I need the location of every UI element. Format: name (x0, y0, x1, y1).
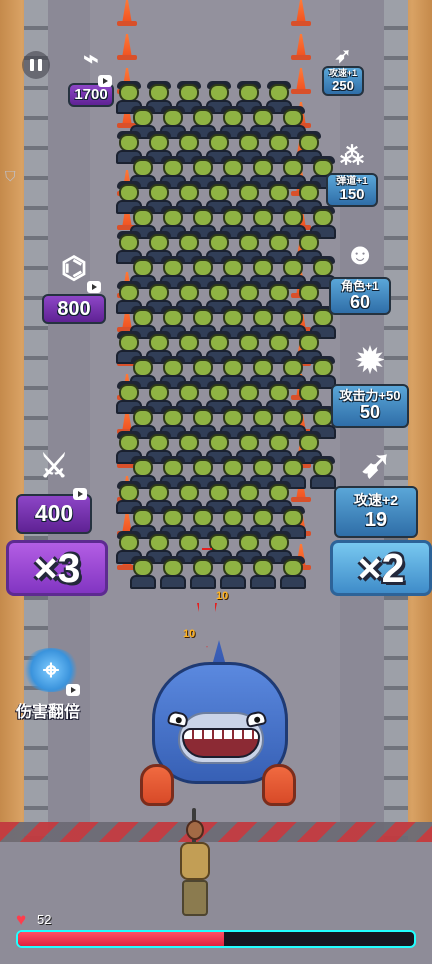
pause-icon-left-bar (30, 59, 34, 71)
right-reward-ballistic-1[interactable]: ⁂ 弹道+1 150 (326, 145, 378, 207)
weapon-rack-icon: ⌁ (83, 43, 99, 73)
explosive-bullet-icon: ✹ (355, 342, 385, 380)
heart-icon: ♥ (16, 910, 27, 929)
zombie-enemy (126, 556, 160, 589)
shark-mouth (182, 728, 260, 758)
right-reward-attack-speed-2-value: 19 (364, 508, 388, 531)
hit-number: 10 (183, 628, 196, 640)
shark-right-shoe (262, 764, 296, 806)
left-reward-800-badge: 800 (42, 294, 106, 324)
left-reward-800[interactable]: ⌬ 800 (42, 254, 106, 324)
right-reward-attack-speed-1-value: 250 (332, 77, 354, 93)
right-reward-attack-speed-1[interactable]: ➶ 攻速+1 250 (322, 46, 364, 96)
right-reward-attack-power-50-value: 50 (359, 402, 381, 423)
right-multiplier-label: ×2 (357, 544, 405, 591)
shark-boss (140, 640, 300, 810)
right-reward-attack-power-50-label: 攻击力+50 (339, 387, 401, 403)
right-reward-character-1-badge: 角色+1 60 (329, 277, 391, 315)
player-character[interactable] (172, 808, 218, 922)
damage-double-label: 伤害翻倍 (15, 704, 80, 721)
video-ad-icon (66, 684, 80, 696)
health-value: 52 (37, 912, 52, 927)
health-hud: ♥ 52 (16, 910, 416, 952)
video-ad-icon (98, 75, 112, 87)
right-reward-attack-speed-2[interactable]: ➹ 攻速+2 19 (334, 446, 418, 538)
pause-icon-right-bar (38, 59, 42, 71)
traffic-cone (291, 34, 311, 60)
zombie-enemy (216, 556, 250, 589)
right-reward-attack-power-50[interactable]: ✹ 攻击力+50 50 (331, 344, 409, 428)
health-bar (16, 930, 416, 948)
damage-double-button[interactable]: ⌖ 伤害翻倍 (8, 648, 88, 722)
pause-button[interactable] (22, 51, 50, 79)
zombie-enemy (276, 556, 310, 589)
right-reward-ballistic-1-badge: 弹道+1 150 (326, 173, 378, 207)
traffic-cone (117, 0, 137, 26)
left-reward-1700[interactable]: ⌁ 1700 (68, 45, 114, 107)
right-reward-character-1[interactable]: ☻ 角色+1 60 (329, 240, 391, 315)
game-scene: ⛉ ⌁ 1700 ⌬ 800 ⚔ 400 ➶ 攻速+1 250 ⁂ 弹道+1 1… (0, 0, 432, 964)
zombie-crowd (112, 81, 336, 624)
right-reward-ballistic-1-value: 150 (339, 186, 365, 204)
left-multiplier-label: ×3 (33, 544, 81, 591)
speed-bullet-icon: ➹ (360, 444, 392, 486)
left-reward-400[interactable]: ⚔ 400 (16, 450, 92, 534)
left-reward-400-badge: 400 (16, 494, 92, 534)
traffic-cone (117, 34, 137, 60)
multiple-bullets-icon: ⁂ (340, 143, 364, 170)
right-reward-character-1-value: 60 (349, 291, 371, 312)
shark-left-shoe (140, 764, 174, 806)
health-bar-fill (18, 932, 224, 946)
knife-icon: ⚔ (39, 448, 69, 484)
shield-icon: ⛉ (5, 168, 16, 184)
zombie-enemy (156, 556, 190, 589)
right-reward-attack-speed-1-badge: 攻速+1 250 (322, 66, 364, 96)
player-head (186, 820, 204, 840)
zombie-enemy (246, 556, 280, 589)
right-multiplier-gate[interactable]: ×2 (330, 540, 432, 596)
player-body (180, 842, 210, 880)
hit-number: 10 (216, 590, 229, 602)
left-reward-400-value: 400 (34, 500, 74, 527)
bullet-icon: ➶ (334, 45, 352, 67)
left-reward-800-value: 800 (57, 298, 91, 320)
video-ad-icon (73, 488, 87, 500)
left-multiplier-gate[interactable]: ×3 (6, 540, 108, 596)
traffic-cone (291, 0, 311, 26)
video-ad-icon (87, 281, 101, 293)
right-reward-attack-power-50-badge: 攻击力+50 50 (331, 384, 409, 428)
right-reward-character-1-label: 角色+1 (341, 278, 379, 293)
right-reward-attack-speed-2-label: 攻速+2 (354, 492, 398, 509)
right-reward-attack-speed-2-badge: 攻速+2 19 (334, 486, 418, 538)
character-portrait-icon: ☻ (344, 238, 376, 271)
blaster-icon: ⌬ (60, 252, 88, 285)
left-reward-1700-value: 1700 (74, 85, 108, 103)
